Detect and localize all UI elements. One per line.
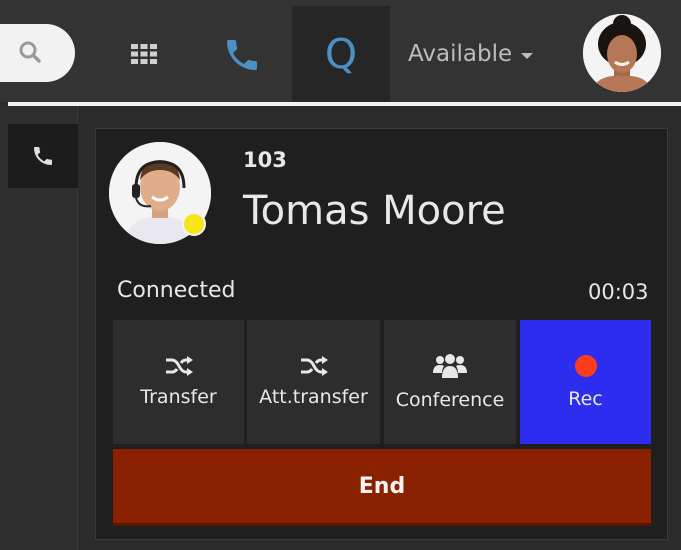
record-icon [574, 355, 597, 377]
conference-label: Conference [395, 389, 505, 411]
end-call-label: End [358, 473, 406, 499]
grid-icon [131, 44, 157, 64]
end-call-button[interactable]: End [113, 449, 651, 526]
record-button[interactable]: Rec [520, 320, 651, 444]
call-state: Connected [117, 278, 236, 303]
queue-tab-label: Q [324, 30, 358, 78]
queue-tab[interactable]: Q [292, 6, 390, 102]
contact-name: Tomas Moore [243, 188, 506, 234]
contact-extension: 103 [243, 148, 287, 172]
transfer-label: Transfer [140, 386, 217, 408]
status-dropdown[interactable]: Available [408, 38, 534, 70]
phone-icon [34, 147, 52, 165]
user-portrait-icon [583, 14, 661, 92]
attended-transfer-label: Att.transfer [259, 386, 368, 408]
top-bar: Q Available [0, 0, 681, 102]
user-avatar[interactable] [583, 14, 661, 92]
transfer-button[interactable]: Transfer [113, 320, 244, 444]
presence-status-dot [182, 212, 206, 236]
record-label: Rec [568, 388, 603, 410]
shuffle-icon [165, 356, 193, 376]
apps-button[interactable] [120, 30, 168, 78]
status-label: Available [408, 41, 513, 67]
phone-icon [227, 40, 257, 70]
search-button[interactable] [0, 24, 75, 82]
shuffle-icon [300, 356, 328, 376]
header-divider [8, 102, 681, 106]
calls-tab[interactable] [8, 124, 78, 188]
call-timer: 00:03 [588, 280, 649, 304]
phone-button[interactable] [215, 28, 269, 82]
attended-transfer-button[interactable]: Att.transfer [247, 320, 380, 444]
chevron-down-icon [521, 52, 534, 59]
search-icon [19, 41, 41, 63]
group-icon [433, 354, 467, 378]
conference-button[interactable]: Conference [384, 320, 516, 444]
